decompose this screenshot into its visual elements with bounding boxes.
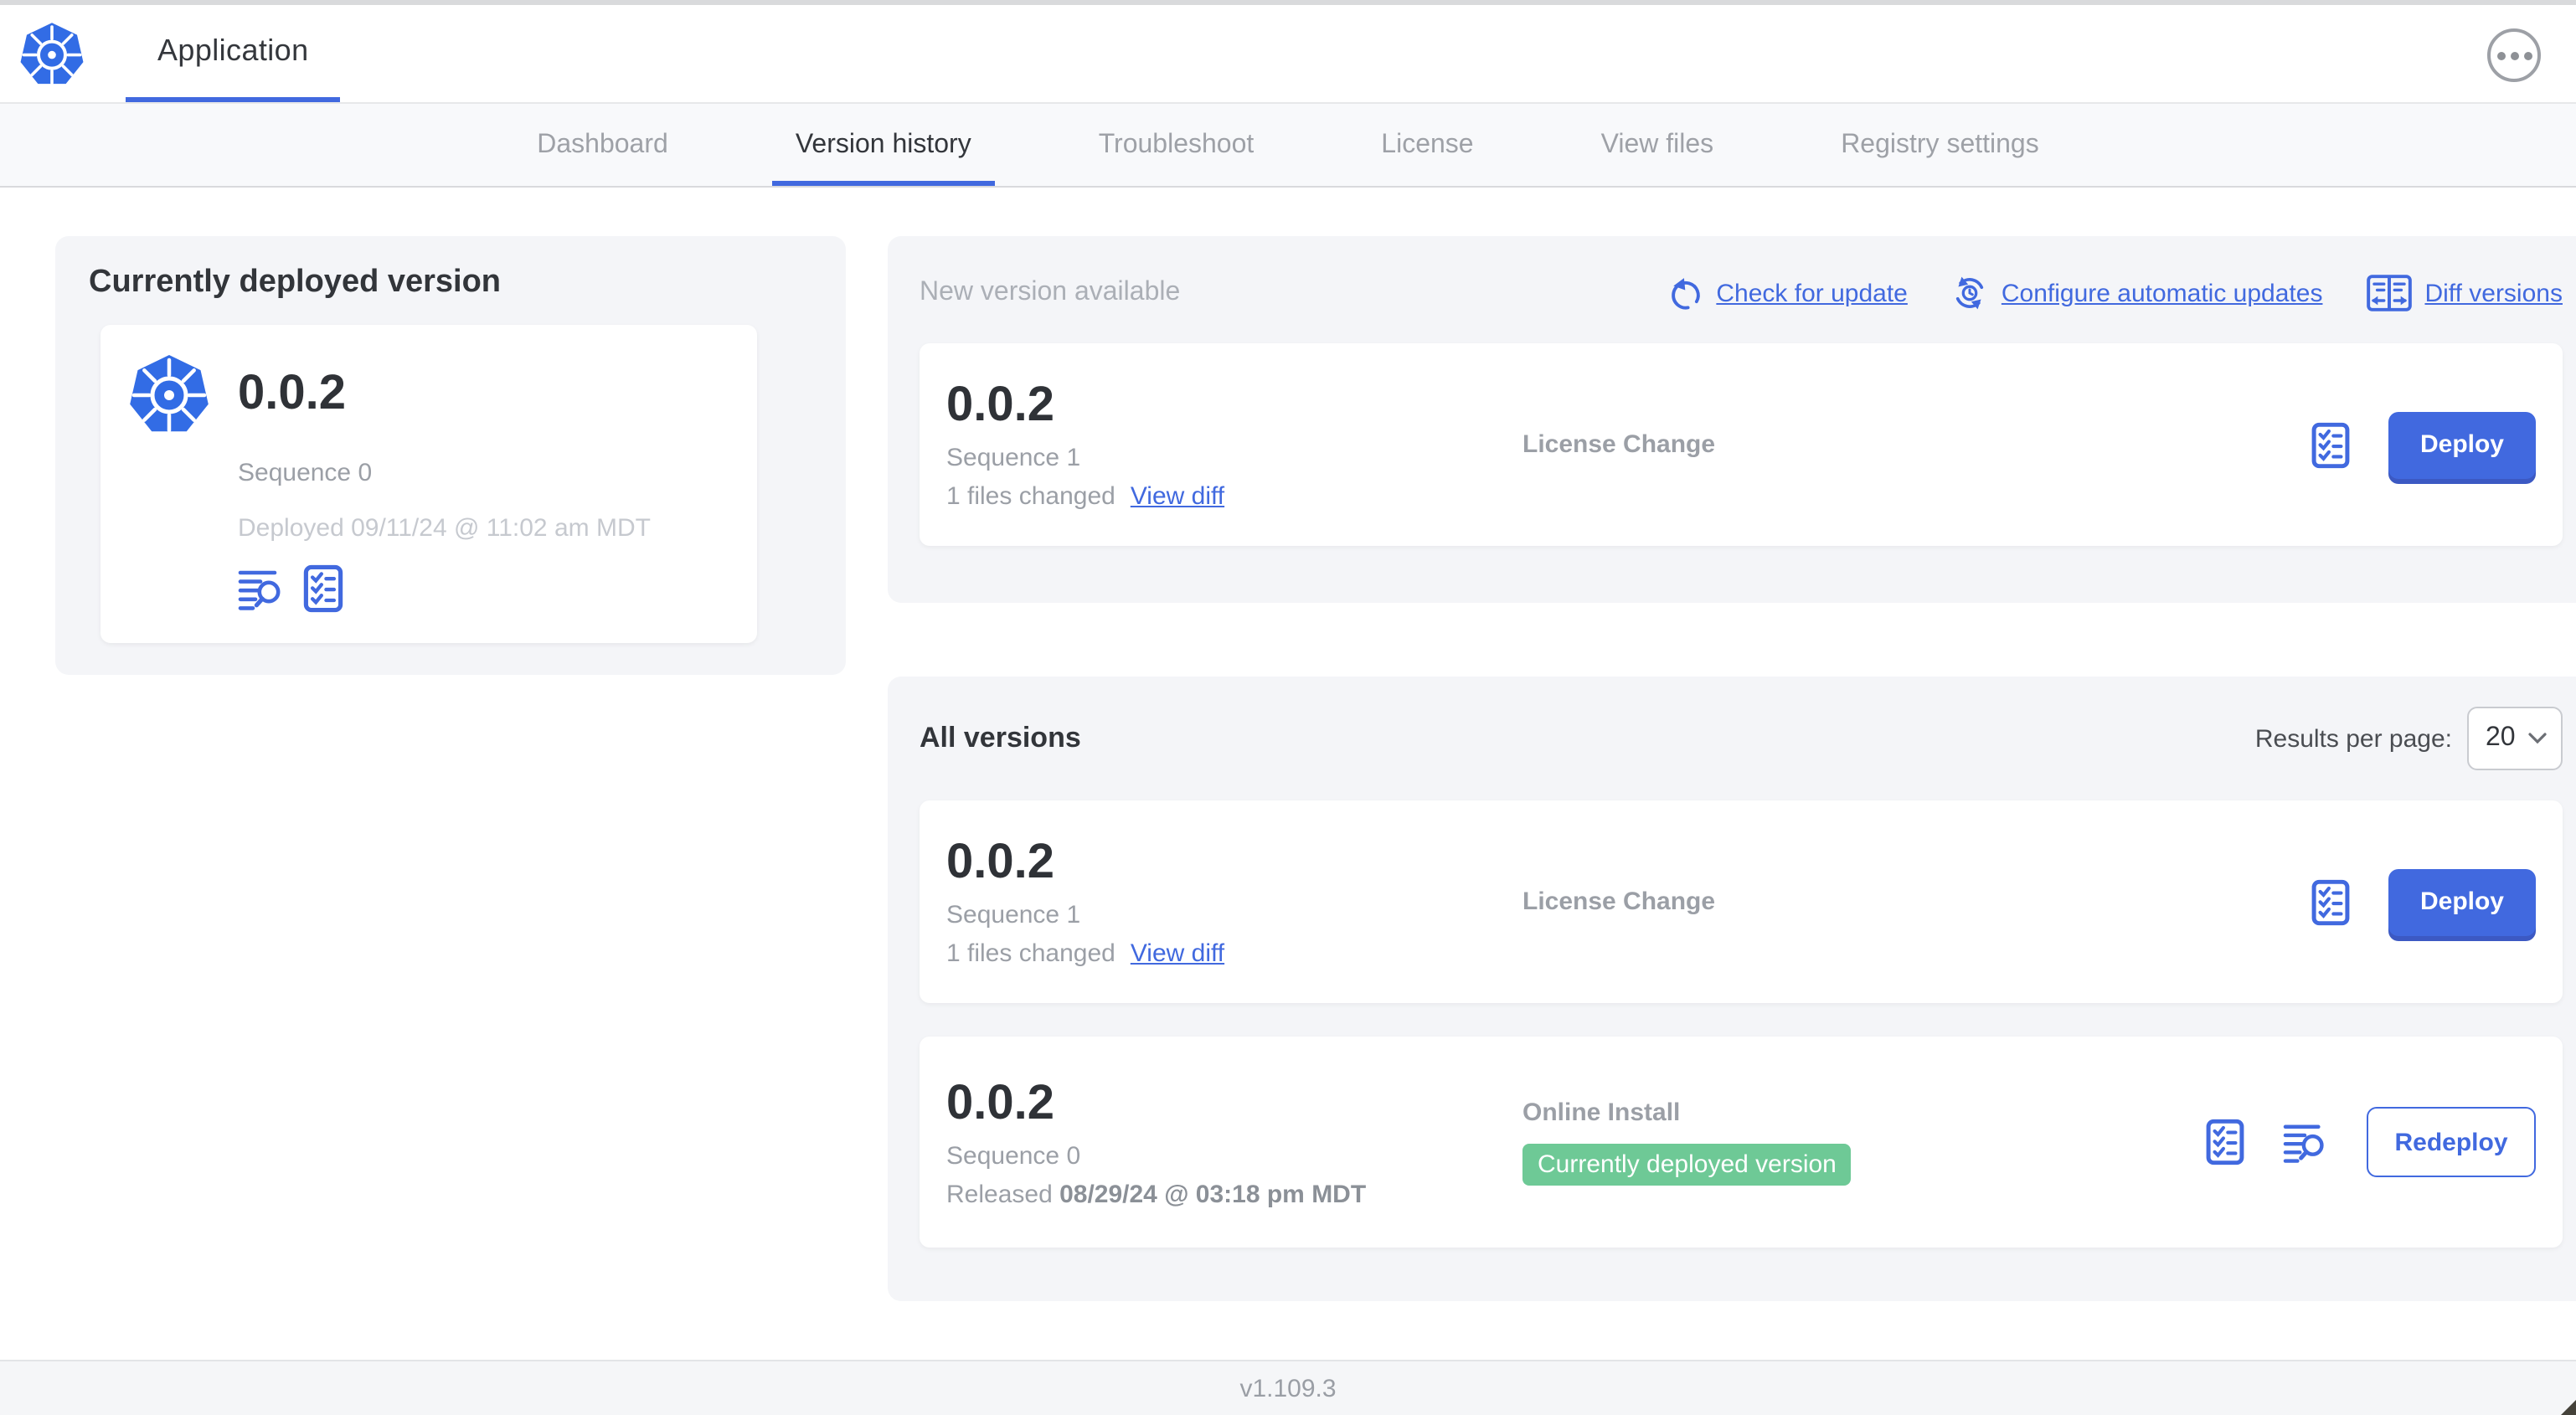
version-source: License Change <box>1522 430 1716 459</box>
version-sequence: Sequence 1 <box>946 901 1081 929</box>
ellipsis-icon <box>2496 51 2505 59</box>
diff-versions-label: Diff versions <box>2424 279 2563 307</box>
currently-deployed-badge: Currently deployed version <box>1522 1144 1852 1186</box>
app-nav-tabs: Dashboard Version history Troubleshoot L… <box>0 104 2576 188</box>
view-diff-link[interactable]: View diff <box>1131 482 1224 511</box>
deploy-button[interactable]: Deploy <box>2388 868 2536 935</box>
tab-registry-settings[interactable]: Registry settings <box>1817 104 2063 186</box>
files-changed-text: 1 files changed <box>946 482 1115 511</box>
app-title: Application <box>157 33 309 67</box>
console-version: v1.109.3 <box>1239 1374 1337 1402</box>
tab-troubleshoot[interactable]: Troubleshoot <box>1075 104 1278 186</box>
all-versions-title: All versions <box>920 722 1081 754</box>
ellipsis-icon <box>2523 51 2532 59</box>
new-version-panel: New version available Check for update C… <box>888 236 2576 603</box>
currently-deployed-title: Currently deployed version <box>89 265 502 300</box>
results-per-page-label: Results per page: <box>2254 724 2452 753</box>
version-row-sequence-0: 0.0.2 Sequence 0 Released 08/29/24 @ 03:… <box>920 1037 2563 1248</box>
results-per-page-select[interactable]: 20 <box>2467 707 2563 770</box>
checklist-icon[interactable] <box>2206 1119 2244 1165</box>
tab-view-files[interactable]: View files <box>1578 104 1738 186</box>
new-version-row: 0.0.2 Sequence 1 1 files changed View di… <box>920 343 2563 546</box>
deploy-button[interactable]: Deploy <box>2388 411 2536 478</box>
version-sequence: Sequence 0 <box>946 1141 1081 1170</box>
checklist-icon[interactable] <box>303 564 343 613</box>
version-source: License Change <box>1522 888 1716 916</box>
admin-console-screen: Application Dashboard Version history Tr… <box>0 0 2576 1415</box>
deployed-sequence: Sequence 0 <box>238 459 373 487</box>
diff-columns-icon <box>2366 273 2411 313</box>
all-versions-panel: All versions Results per page: 20 0.0.2 … <box>888 677 2576 1301</box>
cursor-artifact <box>2561 1400 2576 1415</box>
ellipsis-icon <box>2510 51 2518 59</box>
configure-automatic-updates-label: Configure automatic updates <box>2001 279 2323 307</box>
page-content: Currently deployed version 0.0.2 Sequenc… <box>0 188 2576 1360</box>
results-per-page-value: 20 <box>2486 723 2516 752</box>
deployed-version-card: 0.0.2 Sequence 0 Deployed 09/11/24 @ 11:… <box>100 325 757 643</box>
tab-license[interactable]: License <box>1358 104 1497 186</box>
app-header: Application <box>0 5 2576 104</box>
kubernetes-logo <box>18 20 85 87</box>
version-number: 0.0.2 <box>946 1076 1054 1129</box>
deployed-version-number: 0.0.2 <box>238 366 346 419</box>
check-for-update-link[interactable]: Check for update <box>1667 275 1908 311</box>
logs-search-icon[interactable] <box>2283 1121 2328 1163</box>
redeploy-button[interactable]: Redeploy <box>2367 1107 2536 1177</box>
new-version-title: New version available <box>920 278 1181 306</box>
checklist-icon[interactable] <box>2311 421 2350 468</box>
version-source: Online Install <box>1522 1099 1681 1127</box>
kubernetes-logo <box>127 352 211 435</box>
version-row-sequence-1: 0.0.2 Sequence 1 1 files changed View di… <box>920 800 2563 1003</box>
released-timestamp: Released 08/29/24 @ 03:18 pm MDT <box>946 1180 1367 1208</box>
app-footer: v1.109.3 <box>0 1360 2576 1415</box>
version-number: 0.0.2 <box>946 836 1054 889</box>
currently-deployed-panel: Currently deployed version 0.0.2 Sequenc… <box>55 236 846 675</box>
checklist-icon[interactable] <box>2311 878 2350 925</box>
overflow-menu-button[interactable] <box>2487 28 2541 82</box>
check-for-update-label: Check for update <box>1716 279 1908 307</box>
files-changed-text: 1 files changed <box>946 939 1115 968</box>
version-number: 0.0.2 <box>946 378 1054 432</box>
view-diff-link[interactable]: View diff <box>1131 939 1224 968</box>
deployed-timestamp: Deployed 09/11/24 @ 11:02 am MDT <box>238 514 651 543</box>
app-tab-application[interactable]: Application <box>126 5 341 102</box>
tab-dashboard[interactable]: Dashboard <box>513 104 692 186</box>
refresh-icon <box>1667 275 1703 311</box>
diff-versions-link[interactable]: Diff versions <box>2366 273 2563 313</box>
logs-search-icon[interactable] <box>238 567 285 610</box>
tab-version-history[interactable]: Version history <box>771 104 995 186</box>
version-sequence: Sequence 1 <box>946 444 1081 472</box>
scheduled-update-icon <box>1951 275 1988 311</box>
chevron-down-icon <box>2527 732 2548 745</box>
configure-automatic-updates-link[interactable]: Configure automatic updates <box>1951 275 2323 311</box>
